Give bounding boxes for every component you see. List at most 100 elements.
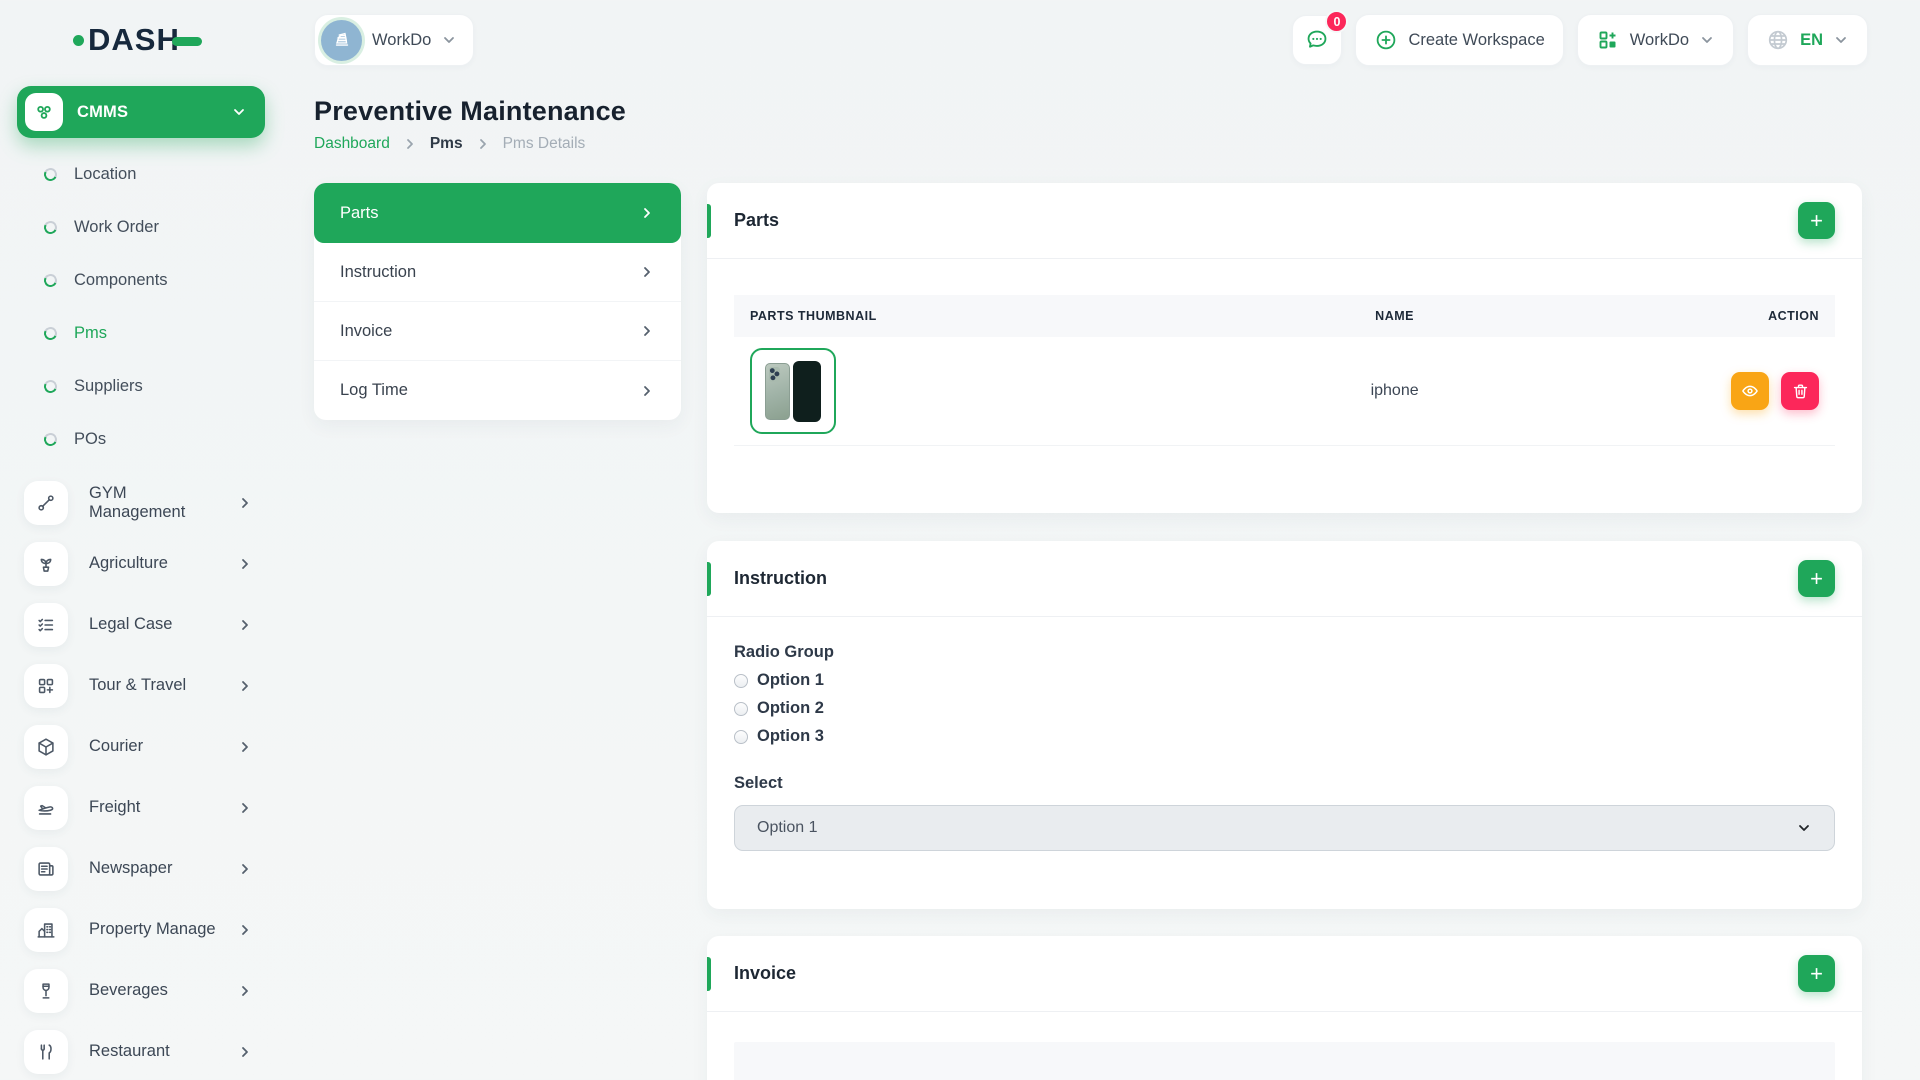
sidebar-item-suppliers[interactable]: Suppliers bbox=[17, 360, 265, 413]
circle-bullet-icon bbox=[42, 272, 59, 289]
chevron-right-icon bbox=[237, 678, 253, 694]
sidebar-item-components[interactable]: Components bbox=[17, 254, 265, 307]
chevron-right-icon bbox=[237, 861, 253, 877]
sidebar-item-pms[interactable]: Pms bbox=[17, 307, 265, 360]
radio-icon[interactable] bbox=[734, 702, 748, 716]
parts-card: Parts + Parts Thumbnail Name Action bbox=[707, 183, 1862, 513]
dumbbell-icon bbox=[24, 481, 68, 525]
module-selector-cmms[interactable]: CMMS bbox=[17, 86, 265, 138]
select-value: Option 1 bbox=[757, 819, 817, 837]
chevron-right-icon bbox=[639, 383, 655, 399]
card-accent-bar bbox=[707, 957, 711, 991]
radio-option-3[interactable]: Option 3 bbox=[734, 727, 1835, 746]
col-name: Name bbox=[1174, 295, 1614, 337]
breadcrumb-current: Pms Details bbox=[503, 135, 586, 153]
dash-logo[interactable]: DASH bbox=[73, 22, 265, 58]
plane-icon bbox=[24, 786, 68, 830]
chevron-down-icon bbox=[441, 32, 457, 48]
logo-dash-bar bbox=[172, 37, 202, 46]
plant-icon bbox=[24, 542, 68, 586]
chevron-right-icon bbox=[237, 739, 253, 755]
workspace-avatar bbox=[321, 20, 362, 61]
sidebar-item-beverages[interactable]: Beverages bbox=[17, 960, 265, 1021]
newspaper-icon bbox=[24, 847, 68, 891]
workspace-name: WorkDo bbox=[372, 31, 431, 50]
create-workspace-button[interactable]: Create Workspace bbox=[1355, 14, 1563, 66]
option-select[interactable]: Option 1 bbox=[734, 805, 1835, 851]
tab-log-time[interactable]: Log Time bbox=[314, 361, 681, 420]
sidebar-item-agriculture[interactable]: Agriculture bbox=[17, 533, 265, 594]
instruction-card: Instruction + Radio Group Option 1 Optio… bbox=[707, 541, 1862, 909]
breadcrumb: Dashboard Pms Pms Details bbox=[314, 135, 1862, 153]
instruction-card-title: Instruction bbox=[734, 568, 827, 589]
chevron-down-icon bbox=[231, 104, 247, 120]
radio-group-label: Radio Group bbox=[734, 643, 1835, 662]
radio-option-1[interactable]: Option 1 bbox=[734, 671, 1835, 690]
radio-icon[interactable] bbox=[734, 730, 748, 744]
language-code: EN bbox=[1800, 31, 1823, 50]
sidebar-item-location[interactable]: Location bbox=[17, 148, 265, 201]
tab-invoice[interactable]: Invoice bbox=[314, 302, 681, 361]
sidebar: DASH CMMS Location Work Order Components… bbox=[0, 0, 282, 1080]
sidebar-item-courier[interactable]: Courier bbox=[17, 716, 265, 777]
workdo-menu-button[interactable]: WorkDo bbox=[1577, 14, 1734, 66]
sidebar-item-tour-travel[interactable]: Tour & Travel bbox=[17, 655, 265, 716]
card-accent-bar bbox=[707, 204, 711, 238]
chevron-right-icon bbox=[475, 136, 491, 152]
sidebar-item-freight[interactable]: Freight bbox=[17, 777, 265, 838]
chevron-right-icon bbox=[237, 1044, 253, 1060]
sidebar-item-gym-management[interactable]: GYM Management bbox=[17, 472, 265, 533]
chevron-right-icon bbox=[237, 495, 253, 511]
topbar-actions: 0 Create Workspace WorkDo bbox=[1292, 14, 1868, 66]
breadcrumb-dashboard[interactable]: Dashboard bbox=[314, 135, 390, 153]
circle-bullet-icon bbox=[42, 378, 59, 395]
tab-parts[interactable]: Parts bbox=[314, 183, 681, 243]
chevron-right-icon bbox=[237, 922, 253, 938]
view-part-button[interactable] bbox=[1731, 372, 1769, 410]
invoice-card-title: Invoice bbox=[734, 963, 796, 984]
topbar: WorkDo 0 Create Workspace bbox=[282, 0, 1920, 80]
radio-option-2[interactable]: Option 2 bbox=[734, 699, 1835, 718]
main-content: Preventive Maintenance Dashboard Pms Pms… bbox=[282, 80, 1920, 1080]
grid-plus-icon bbox=[24, 664, 68, 708]
iphone-front-image bbox=[793, 361, 821, 422]
logo-text: DASH bbox=[88, 22, 180, 58]
chevron-right-icon bbox=[639, 323, 655, 339]
tab-instruction[interactable]: Instruction bbox=[314, 243, 681, 302]
chevron-right-icon bbox=[402, 136, 418, 152]
breadcrumb-pms[interactable]: Pms bbox=[430, 135, 463, 153]
detail-tabs-card: Parts Instruction Invoice Log Time bbox=[314, 183, 681, 420]
radio-icon[interactable] bbox=[734, 674, 748, 688]
add-invoice-button[interactable]: + bbox=[1798, 955, 1835, 992]
part-thumbnail-iphone[interactable] bbox=[750, 348, 836, 434]
page-title: Preventive Maintenance bbox=[314, 96, 1862, 127]
sidebar-item-work-order[interactable]: Work Order bbox=[17, 201, 265, 254]
sidebar-item-pos[interactable]: POs bbox=[17, 413, 265, 466]
language-selector[interactable]: EN bbox=[1747, 14, 1868, 66]
workspace-selector[interactable]: WorkDo bbox=[314, 14, 474, 66]
messages-button[interactable]: 0 bbox=[1292, 15, 1342, 65]
add-instruction-button[interactable]: + bbox=[1798, 560, 1835, 597]
chevron-right-icon bbox=[237, 800, 253, 816]
delete-part-button[interactable] bbox=[1781, 372, 1819, 410]
table-row: iphone bbox=[734, 337, 1835, 446]
col-action: Action bbox=[1615, 295, 1835, 337]
part-name: iphone bbox=[1174, 337, 1614, 446]
chevron-right-icon bbox=[237, 617, 253, 633]
invoice-table-header-partial bbox=[734, 1042, 1835, 1080]
sidebar-item-newspaper[interactable]: Newspaper bbox=[17, 838, 265, 899]
circle-bullet-icon bbox=[42, 431, 59, 448]
sidebar-item-legal-case[interactable]: Legal Case bbox=[17, 594, 265, 655]
sidebar-item-restaurant[interactable]: Restaurant bbox=[17, 1021, 265, 1080]
chevron-down-icon bbox=[1796, 820, 1812, 836]
trash-icon bbox=[1791, 382, 1810, 401]
circle-bullet-icon bbox=[42, 166, 59, 183]
circle-bullet-icon bbox=[42, 219, 59, 236]
chevron-right-icon bbox=[639, 205, 655, 221]
chevron-right-icon bbox=[639, 264, 655, 280]
col-parts-thumbnail: Parts Thumbnail bbox=[734, 295, 1174, 337]
building-icon bbox=[24, 908, 68, 952]
molecule-icon bbox=[25, 93, 63, 131]
add-part-button[interactable]: + bbox=[1798, 202, 1835, 239]
sidebar-item-property-manage[interactable]: Property Manage bbox=[17, 899, 265, 960]
